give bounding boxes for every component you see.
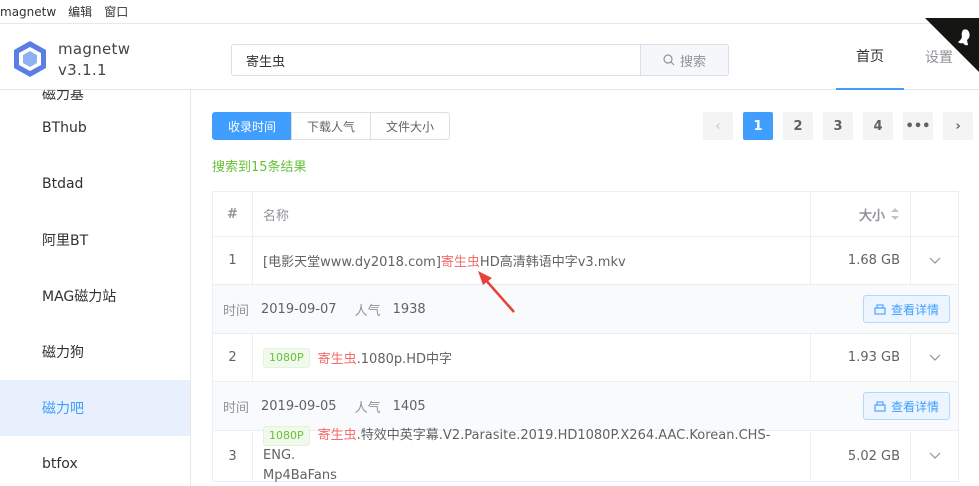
app-name: magnetw bbox=[58, 40, 131, 58]
name-suffix: .1080p.HD中字 bbox=[356, 352, 453, 367]
menu-item-edit[interactable]: 编辑 bbox=[62, 3, 98, 20]
row-index: 1 bbox=[213, 237, 253, 284]
chevron-down-icon bbox=[929, 452, 940, 459]
table-row[interactable]: 1 [电影天堂www.dy2018.com] 寄生虫 HD高清韩语中字v3.mkv … bbox=[213, 237, 958, 285]
sidebar-item-bthub[interactable]: BThub bbox=[0, 100, 190, 156]
details-icon bbox=[874, 303, 886, 315]
header-size-label: 大小 bbox=[858, 208, 885, 224]
search-button-label: 搜索 bbox=[679, 54, 706, 70]
pagination: ‹ 1 2 3 4 ••• › bbox=[703, 112, 973, 140]
view-details-button[interactable]: 查看详情 bbox=[862, 392, 950, 420]
row-name[interactable]: 1080P 寄生虫 .1080p.HD中字 bbox=[253, 334, 811, 381]
more-pages-button[interactable]: ••• bbox=[903, 112, 933, 140]
expand-toggle[interactable] bbox=[911, 237, 958, 284]
expand-toggle[interactable] bbox=[911, 431, 958, 481]
header-expand bbox=[911, 192, 958, 236]
header-index: # bbox=[213, 192, 253, 236]
sort-by-popularity-button[interactable]: 下载人气 bbox=[291, 112, 372, 140]
header-name: 名称 bbox=[253, 192, 811, 236]
sort-by-time-button[interactable]: 收录时间 bbox=[212, 112, 293, 140]
main-content: 收录时间 下载人气 文件大小 ‹ 1 2 3 4 ••• › 搜索到15条结果 … bbox=[192, 90, 979, 486]
page-button-4[interactable]: 4 bbox=[863, 112, 893, 140]
time-value: 2019-09-05 bbox=[261, 398, 337, 414]
row-size: 1.93 GB bbox=[811, 334, 911, 381]
view-details-label: 查看详情 bbox=[890, 399, 939, 414]
popularity-label: 人气 bbox=[354, 400, 381, 416]
time-label: 时间 bbox=[223, 400, 250, 416]
popularity-value: 1405 bbox=[392, 398, 426, 414]
row-index: 3 bbox=[213, 431, 253, 481]
prev-page-button[interactable]: ‹ bbox=[703, 112, 733, 140]
popularity-value: 1938 bbox=[392, 301, 426, 317]
sidebar: 磁力基 BThub Btdad 阿里BT MAG磁力站 磁力狗 磁力吧 btfo… bbox=[0, 90, 191, 486]
view-details-button[interactable]: 查看详情 bbox=[862, 295, 950, 323]
row-info: 时间 2019-09-07 人气 1938 bbox=[213, 300, 863, 319]
header-size[interactable]: 大小 bbox=[811, 192, 911, 236]
search-box: 搜索 bbox=[231, 44, 729, 76]
chevron-down-icon bbox=[929, 354, 940, 361]
page-button-2[interactable]: 2 bbox=[783, 112, 813, 140]
quality-tag: 1080P bbox=[263, 426, 310, 446]
table-header: # 名称 大小 bbox=[213, 192, 958, 237]
name-highlight: 寄生虫 bbox=[440, 255, 480, 270]
sidebar-item-btfox[interactable]: btfox bbox=[0, 436, 190, 486]
search-input[interactable] bbox=[232, 45, 640, 75]
row-detail: 时间 2019-09-05 人气 1405 查看详情 bbox=[213, 382, 958, 431]
row-name[interactable]: [电影天堂www.dy2018.com] 寄生虫 HD高清韩语中字v3.mkv bbox=[253, 237, 811, 284]
search-icon bbox=[663, 54, 675, 66]
expand-toggle[interactable] bbox=[911, 334, 958, 381]
row-name[interactable]: 1080P 寄生虫.特效中英字幕.V2.Parasite.2019.HD1080P… bbox=[253, 426, 811, 483]
github-corner-icon[interactable] bbox=[925, 18, 979, 72]
name-highlight: 寄生虫 bbox=[317, 428, 357, 443]
details-icon bbox=[874, 400, 886, 412]
result-count: 搜索到15条结果 bbox=[212, 160, 307, 175]
page-button-3[interactable]: 3 bbox=[823, 112, 853, 140]
sidebar-item-btdad[interactable]: Btdad bbox=[0, 156, 190, 212]
name-highlight: 寄生虫 bbox=[317, 352, 357, 367]
app-logo-icon bbox=[14, 41, 46, 77]
results-table: # 名称 大小 1 [电影天堂www.dy2018.com] 寄生虫 HD高清韩语中… bbox=[212, 191, 959, 483]
next-page-button[interactable]: › bbox=[943, 112, 973, 140]
search-button[interactable]: 搜索 bbox=[640, 45, 728, 75]
table-row[interactable]: 3 1080P 寄生虫.特效中英字幕.V2.Parasite.2019.HD108… bbox=[213, 426, 958, 483]
time-label: 时间 bbox=[223, 303, 250, 319]
menu-item-app[interactable]: magnetw bbox=[0, 5, 62, 19]
sort-button-group: 收录时间 下载人气 文件大小 bbox=[212, 112, 451, 140]
page-button-1[interactable]: 1 bbox=[743, 112, 773, 140]
sidebar-item-alibt[interactable]: 阿里BT bbox=[0, 212, 190, 268]
row-info: 时间 2019-09-05 人气 1405 bbox=[213, 397, 863, 416]
nav-home-tab[interactable]: 首页 bbox=[836, 24, 904, 90]
view-details-label: 查看详情 bbox=[890, 302, 939, 317]
menu-item-window[interactable]: 窗口 bbox=[98, 3, 134, 20]
sidebar-item-ciliba[interactable]: 磁力吧 bbox=[0, 380, 190, 436]
name-suffix-continued: Mp4BaFans bbox=[263, 468, 337, 483]
sidebar-item-cilijie[interactable]: 磁力基 bbox=[0, 90, 190, 100]
sort-caret-icon[interactable] bbox=[890, 207, 900, 221]
name-prefix: [电影天堂www.dy2018.com] bbox=[263, 255, 441, 270]
time-value: 2019-09-07 bbox=[261, 301, 337, 317]
quality-tag: 1080P bbox=[263, 347, 310, 368]
sort-by-size-button[interactable]: 文件大小 bbox=[370, 112, 451, 140]
name-suffix: HD高清韩语中字v3.mkv bbox=[479, 255, 626, 270]
menu-bar: magnetw 编辑 窗口 bbox=[0, 0, 979, 24]
row-size: 5.02 GB bbox=[811, 431, 911, 481]
table-row[interactable]: 2 1080P 寄生虫 .1080p.HD中字 1.93 GB bbox=[213, 334, 958, 382]
row-index: 2 bbox=[213, 334, 253, 381]
row-size: 1.68 GB bbox=[811, 237, 911, 284]
sidebar-item-ciligou[interactable]: 磁力狗 bbox=[0, 324, 190, 380]
app-version: v3.1.1 bbox=[58, 61, 107, 79]
sidebar-item-mag[interactable]: MAG磁力站 bbox=[0, 268, 190, 324]
popularity-label: 人气 bbox=[354, 303, 381, 319]
app-header: magnetw v3.1.1 搜索 bbox=[0, 24, 979, 90]
chevron-down-icon bbox=[929, 257, 940, 264]
row-detail: 时间 2019-09-07 人气 1938 查看详情 bbox=[213, 285, 958, 334]
